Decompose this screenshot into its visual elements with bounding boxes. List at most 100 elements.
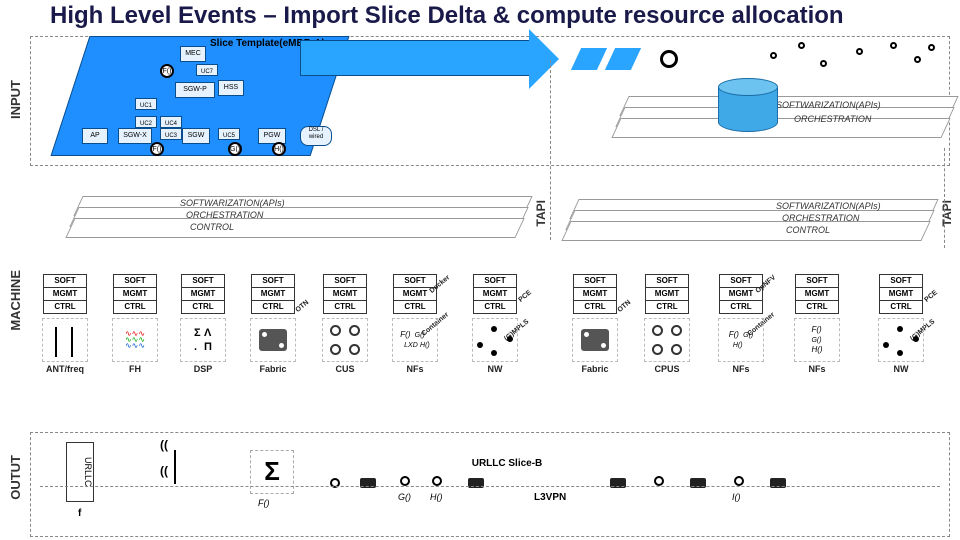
f0: F() bbox=[811, 325, 821, 334]
soft-stack-left: SOFTWARIZATION(APIs) ORCHESTRATION CONTR… bbox=[70, 196, 520, 240]
nf-func-icon: F() G() LXD H() bbox=[392, 318, 438, 362]
cell-ctrl: CTRL bbox=[43, 300, 87, 314]
res-col-fh: SOFT MGMT CTRL ∿∿∿∿∿∿∿∿∿ FH bbox=[106, 275, 164, 374]
res-col-cus: SOFT MGMT CTRL CUS bbox=[316, 275, 374, 374]
cell-ctrl: CTRL bbox=[645, 300, 689, 314]
cell-ctrl: CTRL bbox=[719, 300, 763, 314]
cell-ctrl: CTRL bbox=[323, 300, 367, 314]
output-node bbox=[432, 476, 442, 486]
cpus-icon bbox=[644, 318, 690, 362]
res-label: DSP bbox=[194, 364, 213, 374]
cell-soft: SOFT bbox=[645, 274, 689, 288]
nw-graph-icon bbox=[472, 318, 518, 362]
res-col-fabric-2: SOFT MGMT CTRL OTN Fabric bbox=[566, 275, 624, 374]
dash-connector bbox=[944, 148, 945, 248]
nf-g0: G() bbox=[743, 332, 753, 339]
output-sigma-icon: Σ bbox=[250, 450, 294, 494]
h0: H() bbox=[811, 345, 822, 354]
output-node bbox=[400, 476, 410, 486]
side-otn: OTN bbox=[617, 299, 633, 314]
cell-soft: SOFT bbox=[181, 274, 225, 288]
tapi-label-1: TAPI bbox=[534, 200, 548, 226]
wave-icon: (( bbox=[160, 464, 168, 478]
cell-soft: SOFT bbox=[719, 274, 763, 288]
fabric-icon bbox=[572, 318, 618, 362]
side-pce: PCE bbox=[923, 289, 939, 304]
node-sgw: SGW bbox=[182, 128, 210, 144]
antenna-icon bbox=[42, 318, 88, 362]
cell-mgmt: MGMT bbox=[251, 287, 295, 301]
res-col-ant: SOFT MGMT CTRL ANT/freq bbox=[36, 275, 94, 374]
orch-text: ORCHESTRATION bbox=[782, 213, 859, 223]
machine-label: MACHINE bbox=[8, 270, 23, 331]
res-col-fabric: SOFT MGMT CTRL OTN Fabric bbox=[244, 275, 302, 374]
link-uc1: UC1 bbox=[135, 98, 157, 110]
nf-lxd: LXD bbox=[404, 342, 418, 349]
res-col-cpus: SOFT MGMT CTRL CPUS bbox=[638, 275, 696, 374]
database-icon bbox=[718, 78, 778, 136]
node-ap: AP bbox=[82, 128, 108, 144]
output-g0: G() bbox=[398, 492, 411, 502]
cell-soft: SOFT bbox=[323, 274, 367, 288]
cell-mgmt: MGMT bbox=[323, 287, 367, 301]
soft-stack-top-right: SOFTWARIZATION(APIs) ORCHESTRATION bbox=[616, 96, 946, 140]
nw-graph-icon bbox=[878, 318, 924, 362]
ctrl-text: CONTROL bbox=[190, 222, 234, 232]
extra-icon: F() G() H() bbox=[794, 318, 840, 362]
urllc-slice-b-label: URLLC Slice-B bbox=[450, 458, 564, 474]
res-col-dsp: SOFT MGMT CTRL ΣΛ.Π DSP bbox=[174, 275, 232, 374]
cell-ctrl: CTRL bbox=[393, 300, 437, 314]
func-h0: H() bbox=[272, 142, 286, 156]
cell-mgmt: MGMT bbox=[573, 287, 617, 301]
node-hss: HSS bbox=[218, 80, 244, 96]
res-label: NFs bbox=[732, 364, 749, 374]
link-uc5: UC5 bbox=[218, 128, 240, 140]
nf-h0: H() bbox=[733, 342, 743, 349]
cell-mgmt: MGMT bbox=[181, 287, 225, 301]
node-dsl-wired: DSL / wired bbox=[300, 126, 332, 146]
output-antenna-icon: (( (( bbox=[160, 438, 206, 498]
func-f0: F() bbox=[160, 64, 174, 78]
nf-f0: F() bbox=[400, 330, 410, 339]
cell-ctrl: CTRL bbox=[573, 300, 617, 314]
soft-text: SOFTWARIZATION(APIs) bbox=[776, 201, 881, 211]
res-label: CUS bbox=[335, 364, 354, 374]
cell-mgmt: MGMT bbox=[43, 287, 87, 301]
func-f1: F() bbox=[150, 142, 164, 156]
ctrl-text: CONTROL bbox=[786, 225, 830, 235]
orch-text: ORCHESTRATION bbox=[186, 210, 263, 220]
service-graph-icon bbox=[770, 42, 940, 82]
res-col-extra: SOFT MGMT CTRL F() G() H() NFs bbox=[788, 275, 846, 374]
cell-mgmt: MGMT bbox=[645, 287, 689, 301]
output-f0: F() bbox=[258, 498, 270, 508]
sigma-pi-icon: ΣΛ.Π bbox=[180, 318, 226, 362]
input-label: INPUT bbox=[8, 80, 23, 119]
cell-ctrl: CTRL bbox=[795, 300, 839, 314]
cell-mgmt: MGMT bbox=[795, 287, 839, 301]
cell-ctrl: CTRL bbox=[181, 300, 225, 314]
output-node bbox=[654, 476, 664, 486]
nf-f0: F() bbox=[729, 330, 739, 339]
res-label: NW bbox=[488, 364, 503, 374]
node-mec: MEC bbox=[180, 46, 206, 62]
res-label: NFs bbox=[406, 364, 423, 374]
waveform-icon: ∿∿∿∿∿∿∿∿∿ bbox=[112, 318, 158, 362]
cell-mgmt: MGMT bbox=[473, 287, 517, 301]
soft-text: SOFTWARIZATION(APIs) bbox=[180, 198, 285, 208]
link-uc3: UC3 bbox=[160, 128, 182, 140]
delta-arrow bbox=[300, 40, 530, 76]
g0: G() bbox=[811, 337, 821, 344]
output-node bbox=[734, 476, 744, 486]
l3vpn-label: L3VPN bbox=[534, 492, 566, 503]
output-i0: I() bbox=[732, 492, 741, 502]
wave-icon: (( bbox=[160, 438, 168, 452]
page-title: High Level Events – Import Slice Delta &… bbox=[50, 2, 844, 30]
res-col-nfs: SOFT MGMT CTRL Docker Container F() G() … bbox=[386, 275, 444, 374]
func-g0: G() bbox=[228, 142, 242, 156]
link-uc4: UC4 bbox=[160, 116, 182, 128]
urllc-box: URLLC bbox=[66, 442, 94, 502]
cell-ctrl: CTRL bbox=[879, 300, 923, 314]
node-sgw-x: SGW-X bbox=[118, 128, 152, 144]
output-f-label: f bbox=[78, 508, 81, 519]
nf-func-icon: F() G() H() bbox=[718, 318, 764, 362]
